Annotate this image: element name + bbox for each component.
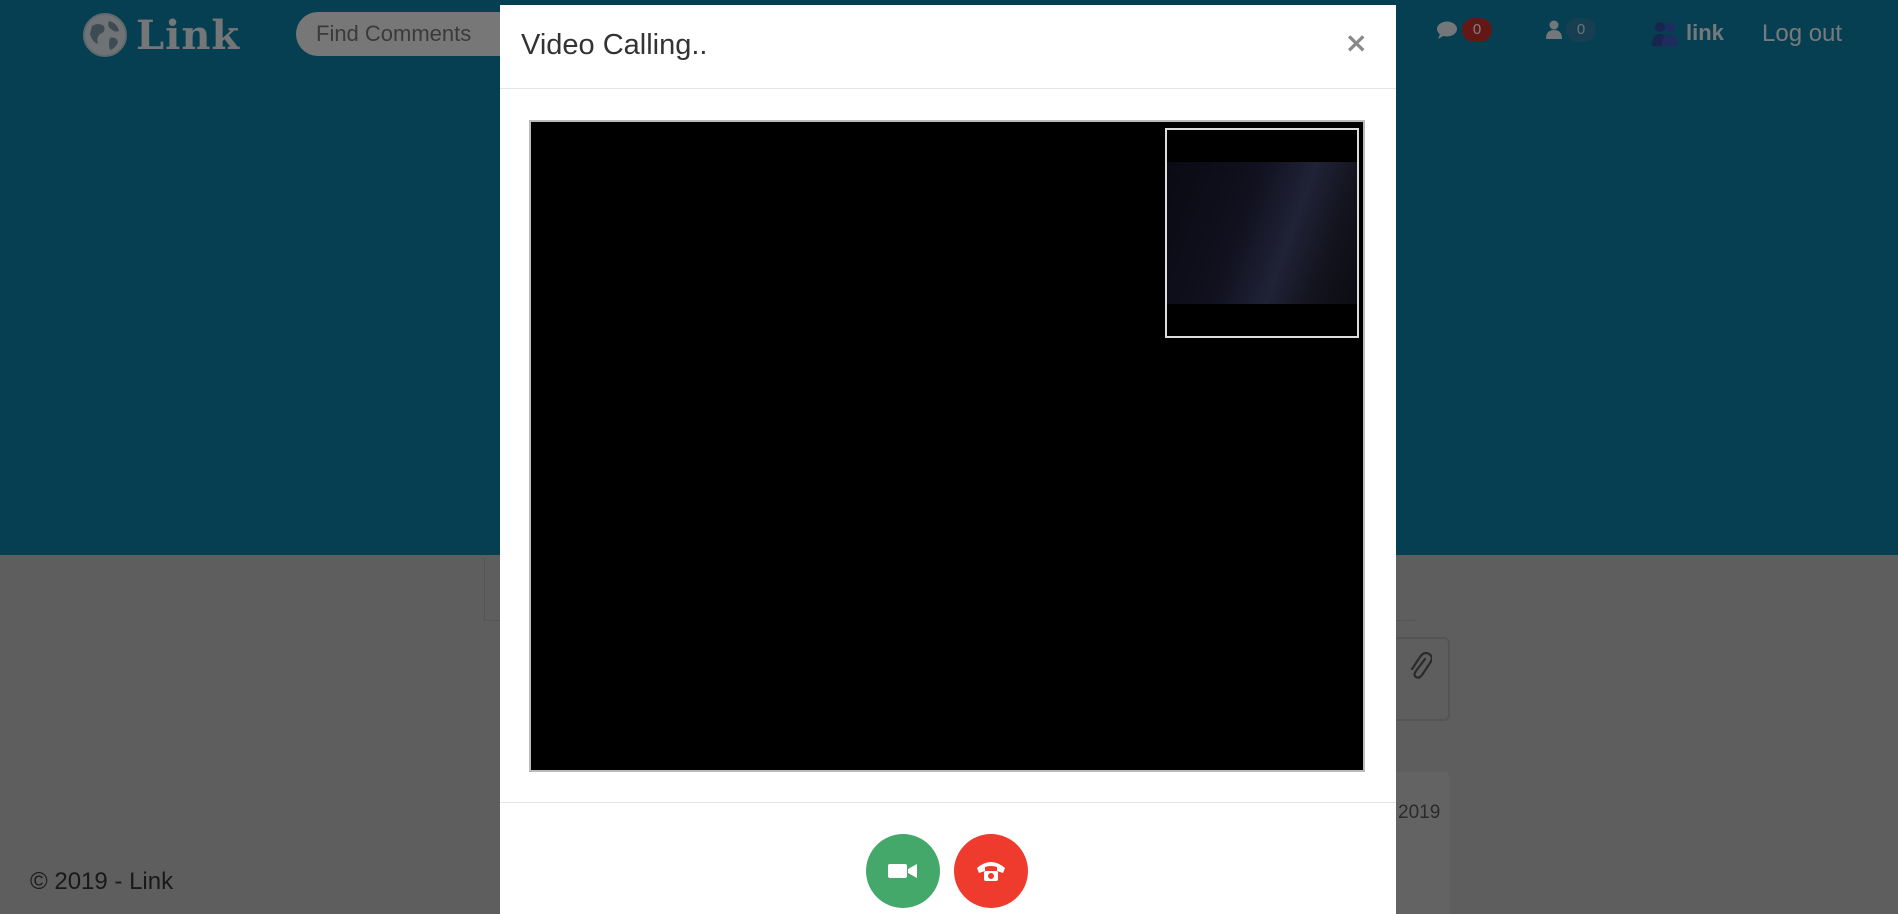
modal-header: Video Calling.. ×: [500, 5, 1396, 89]
hang-up-button[interactable]: [954, 834, 1028, 908]
local-camera-feed: [1167, 162, 1357, 304]
close-button[interactable]: ×: [1339, 25, 1374, 60]
phone-icon: [977, 862, 1005, 881]
modal-footer-divider: [500, 802, 1396, 803]
modal-title: Video Calling..: [521, 29, 708, 61]
video-call-modal: Video Calling.. ×: [500, 5, 1396, 914]
local-video-preview: [1165, 128, 1359, 338]
video-camera-icon: [888, 864, 917, 878]
video-toggle-button[interactable]: [866, 834, 940, 908]
remote-video: [529, 120, 1365, 772]
